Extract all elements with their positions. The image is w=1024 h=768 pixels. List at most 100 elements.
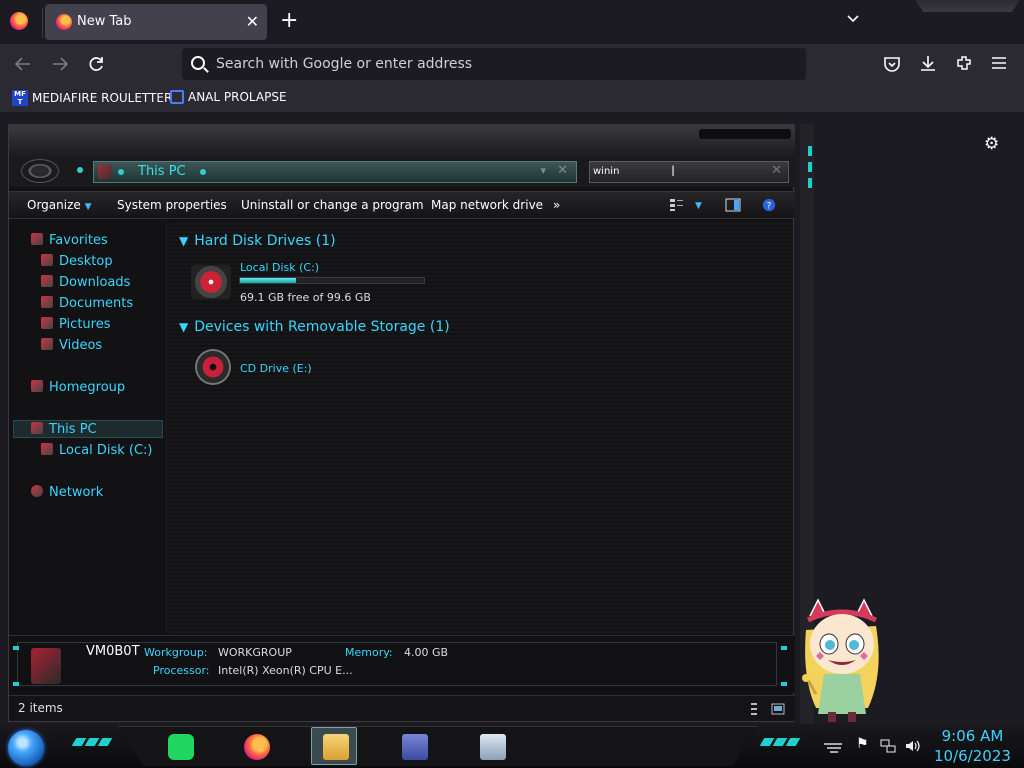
organize-button[interactable]: Organize ▼: [27, 198, 92, 212]
taskbar-task-manager[interactable]: [468, 727, 514, 765]
window-title-bar: [9, 125, 795, 157]
pocket-icon[interactable]: [883, 55, 901, 73]
taskbar-spotify[interactable]: [156, 727, 202, 765]
details-view-icon[interactable]: [749, 702, 759, 716]
help-icon[interactable]: ?: [761, 198, 777, 212]
computer-large-icon: [31, 648, 61, 684]
back-icon[interactable]: [14, 56, 32, 72]
network-icon: [31, 485, 43, 497]
memory-label: Memory:: [345, 646, 393, 659]
uninstall-program-button[interactable]: Uninstall or change a program: [241, 198, 424, 212]
search-icon: [191, 56, 205, 70]
search-input[interactable]: winin: [593, 166, 619, 177]
local-disk-name[interactable]: Local Disk (C:): [240, 261, 319, 274]
change-view-icon[interactable]: [669, 198, 685, 212]
processor-value: Intel(R) Xeon(R) CPU E...: [218, 664, 353, 677]
tab-new-tab[interactable]: New Tab ✕: [45, 4, 267, 40]
status-bar: 2 items: [9, 695, 795, 721]
url-bar[interactable]: Search with Google or enter address: [182, 48, 806, 80]
navigation-pane: Favorites Desktop Downloads Documents Pi…: [9, 221, 167, 633]
nav-label: Network: [49, 485, 104, 500]
tab-title: New Tab: [77, 14, 132, 29]
nav-homegroup[interactable]: Homegroup: [31, 380, 125, 395]
nav-documents[interactable]: Documents: [41, 296, 133, 311]
nav-pictures[interactable]: Pictures: [41, 317, 110, 332]
breadcrumb-this-pc[interactable]: This PC: [138, 164, 186, 179]
collapse-chevron-icon: ▼: [179, 320, 189, 334]
nav-videos[interactable]: Videos: [41, 338, 102, 353]
folder-icon: [323, 734, 349, 760]
explorer-window: This PC ▾ ✕ winin I ✕ Organize ▼ System …: [8, 124, 795, 722]
search-box[interactable]: winin I ✕: [589, 161, 789, 183]
start-orb-icon[interactable]: [8, 730, 44, 766]
nav-toolbar: Search with Google or enter address: [0, 44, 1024, 84]
new-tab-button[interactable]: +: [280, 8, 298, 34]
videos-icon: [41, 338, 53, 350]
tab-close-button[interactable]: ✕: [246, 12, 259, 31]
address-dropdown-icon[interactable]: ▾: [540, 164, 546, 177]
group-title: Hard Disk Drives (1): [194, 233, 336, 249]
nav-downloads[interactable]: Downloads: [41, 275, 130, 290]
taskbar-firefox[interactable]: [232, 727, 278, 765]
recent-pages-dot[interactable]: [77, 167, 83, 173]
address-bar[interactable]: This PC ▾ ✕: [93, 161, 577, 183]
extensions-icon[interactable]: [955, 54, 973, 72]
preview-pane-icon[interactable]: [725, 198, 741, 212]
more-commands-button[interactable]: »: [553, 198, 560, 212]
nav-label: Desktop: [59, 254, 113, 269]
clock-date: 10/6/2023: [934, 747, 1011, 765]
group-removable-storage[interactable]: ▼ Devices with Removable Storage (1): [179, 319, 450, 335]
network-tray-icon[interactable]: [880, 738, 896, 754]
nav-favorites[interactable]: Favorites: [31, 233, 108, 248]
cartoon-character-sticker: [802, 598, 879, 722]
cd-drive-icon[interactable]: [195, 349, 231, 385]
hamburger-menu-icon[interactable]: [991, 56, 1007, 70]
forward-icon[interactable]: [51, 56, 69, 72]
taskbar-clock[interactable]: 9:06 AM 10/6/2023: [934, 726, 1011, 766]
firefox-icon: [244, 734, 270, 760]
disk-usage-fill: [240, 278, 297, 283]
map-network-drive-button[interactable]: Map network drive: [431, 198, 543, 212]
large-icons-view-icon[interactable]: [771, 702, 785, 716]
cd-drive-name[interactable]: CD Drive (E:): [240, 362, 312, 375]
url-placeholder: Search with Google or enter address: [216, 56, 473, 72]
nav-label: Favorites: [49, 233, 108, 248]
address-row: This PC ▾ ✕ winin I ✕: [9, 157, 795, 187]
pictures-icon: [41, 317, 53, 329]
reload-icon[interactable]: [87, 55, 105, 73]
crumb-arrow[interactable]: [200, 169, 206, 175]
bookmark-second[interactable]: ANAL PROLAPSE: [170, 90, 287, 104]
nav-label: This PC: [49, 422, 97, 437]
bookmark-label: ANAL PROLAPSE: [188, 90, 287, 104]
item-count: 2 items: [18, 701, 63, 715]
taskbar-control-panel[interactable]: [390, 727, 436, 765]
volume-icon[interactable]: [904, 738, 922, 754]
action-center-flag-icon[interactable]: ⚑: [856, 736, 869, 752]
firefox-icon: [56, 14, 72, 30]
nav-local-disk[interactable]: Local Disk (C:): [41, 443, 152, 458]
text-cursor-icon: I: [671, 164, 676, 180]
search-clear-icon[interactable]: ✕: [771, 163, 782, 178]
hard-drive-icon[interactable]: [191, 265, 231, 299]
processor-label: Processor:: [153, 664, 210, 677]
nav-label: Homegroup: [49, 380, 126, 395]
nav-desktop[interactable]: Desktop: [41, 254, 113, 269]
firefox-menu-icon[interactable]: [10, 12, 28, 30]
nav-network[interactable]: Network: [31, 485, 103, 500]
taskbar-decoration: [759, 738, 801, 746]
list-all-tabs-icon[interactable]: [846, 12, 860, 26]
group-hard-disk-drives[interactable]: ▼ Hard Disk Drives (1): [179, 233, 336, 249]
address-clear-icon[interactable]: ✕: [557, 163, 568, 178]
bookmark-mediafire[interactable]: MF T MEDIAFIRE ROULETTER: [12, 90, 172, 106]
taskbar-file-explorer[interactable]: [311, 727, 357, 765]
nav-this-pc[interactable]: This PC: [31, 422, 97, 437]
back-forward-orb-icon[interactable]: [21, 159, 59, 183]
settings-gear-icon[interactable]: ⚙: [984, 134, 999, 154]
system-properties-button[interactable]: System properties: [117, 198, 227, 212]
taskbar-decoration: [71, 738, 113, 746]
bookmark-label: MEDIAFIRE ROULETTER: [32, 91, 173, 105]
show-hidden-icons-icon[interactable]: [822, 740, 844, 754]
clock-time: 9:06 AM: [941, 727, 1004, 745]
view-dropdown-icon[interactable]: ▼: [695, 201, 702, 211]
downloads-icon[interactable]: [919, 54, 937, 72]
